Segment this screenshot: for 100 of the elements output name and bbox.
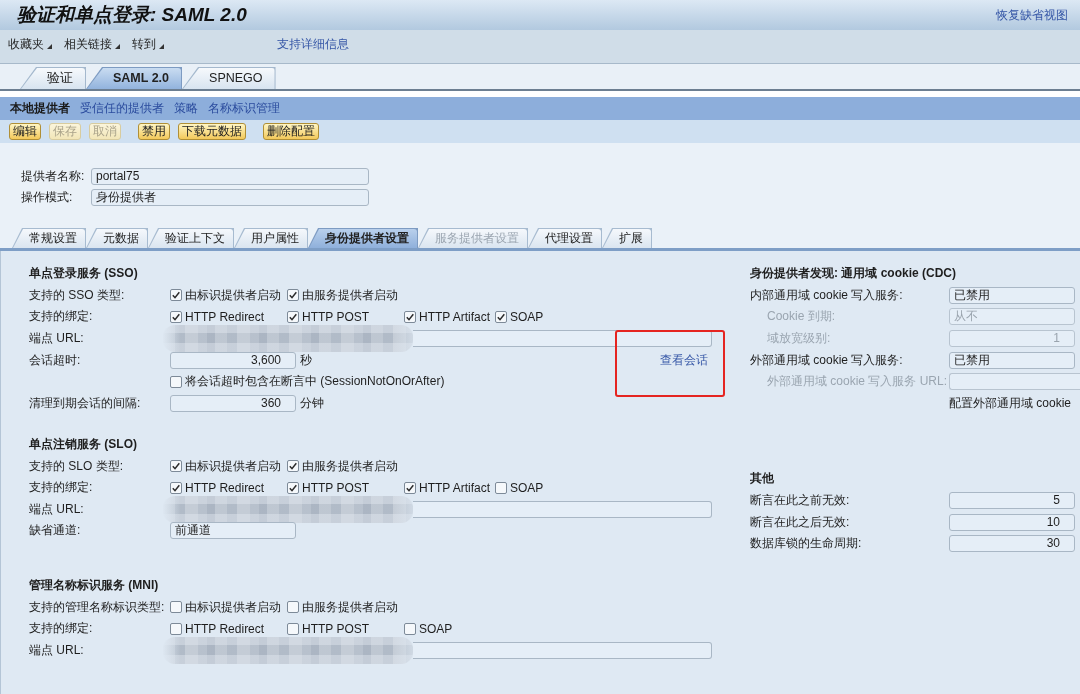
unit-label: 分钟 [300, 394, 324, 412]
checkbox[interactable] [287, 601, 299, 613]
tab[interactable]: 身份提供者设置 [308, 228, 418, 248]
checkbox-label: 由标识提供者启动 [185, 286, 281, 304]
checkbox[interactable] [287, 622, 299, 635]
unit-label: 秒 [300, 351, 312, 369]
menu-item[interactable]: 收藏夹 [8, 37, 52, 51]
restore-view-link[interactable]: 恢复缺省视图 [996, 8, 1068, 22]
field-label: 提供者名称: [21, 168, 85, 185]
checkbox-label: 由服务提供者启动 [302, 598, 398, 616]
checkbox-label: 由标识提供者启动 [185, 457, 281, 475]
url-field[interactable] [413, 500, 712, 518]
toolbar-button[interactable]: 禁用 [138, 123, 170, 140]
checkbox[interactable] [170, 622, 182, 635]
menu-item[interactable]: 相关链接 [64, 37, 120, 51]
section-heading: 单点注销服务 (SLO) [29, 435, 137, 453]
field-label: 数据库锁的生命周期: [750, 535, 862, 553]
checkbox[interactable] [287, 311, 299, 323]
support-link[interactable]: 支持详细信息 [277, 37, 349, 51]
text-field[interactable]: 已禁用 [949, 351, 1075, 369]
tab[interactable]: SAML 2.0 [86, 67, 183, 89]
caret-icon [47, 44, 52, 49]
page-title: 验证和单点登录: SAML 2.0 [17, 3, 247, 27]
checkbox-label: 由服务提供者启动 [302, 457, 398, 475]
checkbox-label: 将会话超时包含在断言中 (SessionNotOnOrAfter) [185, 373, 445, 391]
checkbox-label: SOAP [419, 621, 453, 636]
nav-link[interactable]: 受信任的提供者 [80, 101, 164, 116]
section-heading: 其他 [750, 470, 774, 488]
field-label: 端点 URL: [29, 330, 84, 348]
checkbox-label: 由标识提供者启动 [185, 598, 281, 616]
session-link[interactable]: 查看会话 [660, 351, 708, 369]
tab[interactable]: 代理设置 [528, 228, 602, 248]
checkbox-label: HTTP POST [302, 480, 370, 495]
field-label: 支持的绑定: [29, 479, 93, 497]
tab[interactable]: 用户属性 [234, 228, 308, 248]
tab[interactable]: SPNEGO [182, 67, 276, 89]
checkbox[interactable] [170, 601, 182, 613]
field-label: 支持的 SLO 类型: [29, 457, 123, 475]
field-label: 断言在此之前无效: [750, 492, 850, 510]
checkbox[interactable] [495, 311, 507, 323]
field-label: 断言在此之后无效: [750, 513, 850, 531]
checkbox[interactable] [495, 481, 507, 494]
checkbox-label: SOAP [510, 480, 544, 495]
section-heading: 管理名称标识服务 (MNI) [29, 576, 159, 594]
field-label: 清理到期会话的间隔: [29, 394, 141, 412]
checkbox-label: HTTP Artifact [419, 480, 491, 495]
note-text: 配置外部通用域 cookie [949, 394, 1072, 412]
field-label: 内部通用域 cookie 写入服务: [750, 286, 903, 304]
field-label: 会话超时: [29, 351, 81, 369]
checkbox[interactable] [404, 622, 416, 635]
section-heading: 身份提供者发现: 通用域 cookie (CDC) [750, 265, 956, 282]
checkbox-label: 由服务提供者启动 [302, 286, 398, 304]
checkbox[interactable] [404, 311, 416, 323]
text-field[interactable]: portal75 [91, 168, 369, 185]
checkbox-label: HTTP Artifact [419, 310, 491, 324]
nav-link[interactable]: 本地提供者 [10, 101, 70, 116]
text-field[interactable]: 已禁用 [949, 286, 1075, 304]
section-heading: 单点登录服务 (SSO) [29, 265, 138, 282]
number-field[interactable]: 5 [949, 492, 1075, 510]
checkbox-label: SOAP [510, 310, 544, 324]
field-label: 支持的管理名称标识类型: [29, 598, 165, 616]
checkbox-label: HTTP POST [302, 310, 370, 324]
tab[interactable]: 元数据 [86, 228, 148, 248]
tab[interactable]: 常规设置 [12, 228, 86, 248]
checkbox[interactable] [170, 289, 182, 302]
url-field[interactable] [413, 641, 712, 659]
toolbar-button[interactable]: 删除配置 [263, 123, 319, 140]
tab[interactable]: 验证上下文 [148, 228, 234, 248]
number-field[interactable]: 360 [170, 394, 296, 412]
tab[interactable]: 验证 [20, 67, 86, 89]
text-field[interactable]: 前通道 [170, 522, 296, 540]
text-field[interactable]: 身份提供者 [91, 189, 369, 206]
field-label: Cookie 到期: [767, 308, 836, 326]
checkbox[interactable] [170, 460, 182, 473]
field-label: 支持的绑定: [29, 308, 93, 326]
checkbox[interactable] [287, 460, 299, 473]
url-field[interactable] [949, 373, 1080, 391]
field-label: 操作模式: [21, 189, 73, 206]
checkbox[interactable] [404, 481, 416, 494]
menu-item[interactable]: 转到 [132, 37, 164, 51]
nav-link[interactable]: 名称标识管理 [208, 101, 280, 116]
field-label: 外部通用域 cookie 写入服务: [750, 351, 903, 369]
toolbar-button[interactable]: 编辑 [9, 123, 41, 140]
number-field[interactable]: 10 [949, 513, 1075, 531]
checkbox[interactable] [287, 289, 299, 302]
field-label: 端点 URL: [29, 500, 84, 518]
checkbox-label: HTTP Redirect [185, 621, 265, 636]
url-field[interactable] [413, 330, 712, 348]
toolbar-button[interactable]: 下载元数据 [178, 123, 246, 140]
number-field[interactable]: 30 [949, 535, 1075, 553]
tab[interactable]: 扩展 [602, 228, 652, 248]
checkbox[interactable] [170, 375, 182, 388]
nav-link[interactable]: 策略 [174, 101, 198, 116]
checkbox-label: HTTP Redirect [185, 480, 265, 495]
field-label: 域放宽级别: [767, 330, 831, 348]
checkbox[interactable] [170, 311, 182, 323]
checkbox[interactable] [287, 481, 299, 494]
checkbox[interactable] [170, 481, 182, 494]
field-label: 支持的 SSO 类型: [29, 286, 125, 304]
field-label: 缺省通道: [29, 522, 81, 540]
